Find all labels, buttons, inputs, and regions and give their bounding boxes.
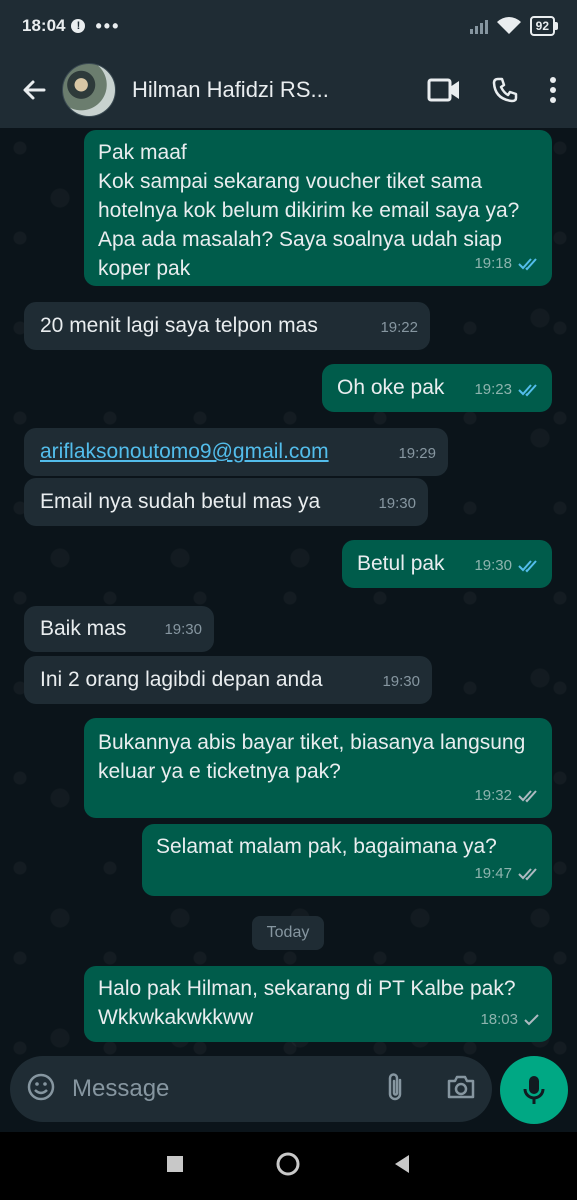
message-time: 19:30 (474, 557, 512, 574)
battery-icon: 92 (529, 16, 559, 36)
microphone-icon (523, 1076, 545, 1104)
message-time: 19:30 (378, 495, 416, 512)
email-link[interactable]: ariflaksonoutomo9@gmail.com (40, 437, 432, 466)
voice-call-icon[interactable] (491, 76, 519, 104)
message-bubble[interactable]: Selamat malam pak, bagaimana ya? 19:47 (142, 824, 552, 896)
status-bar: 18:04 ! ••• 92 (0, 0, 577, 52)
message-bubble[interactable]: Baik mas 19:30 (24, 606, 214, 652)
notification-icon: ! (71, 19, 86, 33)
message-time: 19:30 (164, 621, 202, 638)
message-time: 19:32 (474, 787, 512, 804)
message-bubble[interactable]: Betul pak 19:30 (342, 540, 552, 588)
sent-tick-icon (524, 1013, 539, 1025)
microphone-button[interactable] (500, 1056, 568, 1124)
delivered-ticks-icon (518, 789, 537, 802)
video-call-icon[interactable] (427, 77, 461, 103)
back-nav-icon[interactable] (393, 1154, 411, 1179)
message-bubble[interactable]: Bukannya abis bayar tiket, biasanya lang… (84, 718, 552, 818)
message-text: Halo pak Hilman, sekarang di PT Kalbe pa… (98, 977, 522, 1029)
wifi-icon (496, 17, 521, 34)
contact-avatar[interactable] (62, 63, 116, 117)
message-bubble[interactable]: ariflaksonoutomo9@gmail.com 19:29 (24, 428, 448, 476)
message-time: 19:47 (474, 865, 512, 882)
message-bubble[interactable]: 20 menit lagi saya telpon mas 19:22 (24, 302, 430, 350)
message-text: 20 menit lagi saya telpon mas (40, 314, 318, 337)
read-ticks-icon (518, 559, 537, 572)
read-ticks-icon (518, 383, 537, 396)
back-arrow-icon[interactable] (12, 68, 56, 112)
delivered-ticks-icon (518, 867, 537, 880)
message-time: 19:30 (382, 673, 420, 690)
message-text: Ini 2 orang lagibdi depan anda (40, 668, 323, 691)
more-options-icon[interactable] (549, 76, 557, 104)
camera-icon[interactable] (446, 1074, 476, 1105)
contact-name[interactable]: Hilman Hafidzi RS... (132, 77, 354, 103)
message-time: 18:03 (480, 1011, 518, 1028)
message-time: 19:22 (380, 319, 418, 336)
message-text: Selamat malam pak, bagaimana ya? (156, 835, 497, 858)
signal-icon (469, 18, 488, 34)
home-icon[interactable] (275, 1151, 301, 1182)
status-time: 18:04 (22, 16, 66, 35)
message-time: 19:29 (398, 445, 436, 462)
message-time: 19:23 (474, 381, 512, 398)
message-time: 19:18 (474, 255, 512, 272)
message-composer (10, 1056, 492, 1122)
chat-area[interactable]: Pak maaf Kok sampai sekarang voucher tik… (0, 128, 577, 1128)
message-bubble[interactable]: Halo pak Hilman, sekarang di PT Kalbe pa… (84, 966, 552, 1042)
message-bubble[interactable]: Email nya sudah betul mas ya 19:30 (24, 478, 428, 526)
message-text: Email nya sudah betul mas ya (40, 490, 321, 513)
message-text: Pak maaf Kok sampai sekarang voucher tik… (98, 141, 520, 280)
read-ticks-icon (518, 257, 537, 270)
message-text: Bukannya abis bayar tiket, biasanya lang… (98, 731, 532, 783)
date-separator: Today (252, 916, 324, 950)
attach-icon[interactable] (384, 1071, 406, 1108)
recent-apps-icon[interactable] (166, 1155, 184, 1178)
message-input[interactable] (70, 1074, 364, 1104)
message-bubble[interactable]: Ini 2 orang lagibdi depan anda 19:30 (24, 656, 432, 704)
chat-header: Hilman Hafidzi RS... (0, 52, 577, 128)
message-bubble[interactable]: Oh oke pak 19:23 (322, 364, 552, 412)
emoji-icon[interactable] (26, 1072, 56, 1107)
message-bubble[interactable]: Pak maaf Kok sampai sekarang voucher tik… (84, 130, 552, 286)
system-navigation-bar (0, 1132, 577, 1200)
more-notifications-icon: ••• (95, 15, 121, 36)
